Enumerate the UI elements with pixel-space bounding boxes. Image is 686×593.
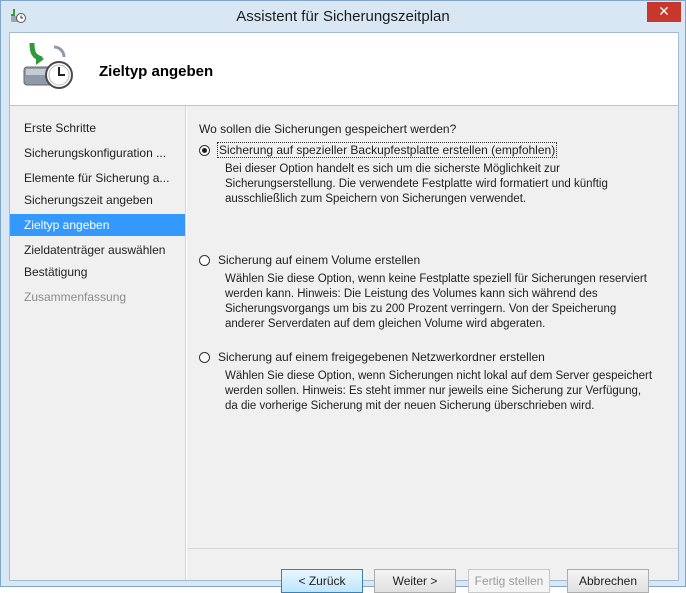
wizard-window: Assistent für Sicherungszeitplan ✕ Zielt… xyxy=(0,0,686,593)
radio-volume[interactable] xyxy=(199,255,210,266)
step-elemente-fuer-sicherung[interactable]: Elemente für Sicherung a... xyxy=(10,167,185,189)
backup-disk-clock-icon xyxy=(23,42,73,89)
description-line: Wählen Sie diese Option, wenn keine Fest… xyxy=(225,273,647,285)
step-zieltyp[interactable]: Zieltyp angeben xyxy=(10,214,185,236)
destination-question: Wo sollen die Sicherungen gespeichert we… xyxy=(199,122,457,136)
description-line: Wählen Sie diese Option, wenn Sicherunge… xyxy=(225,370,653,382)
window-title: Assistent für Sicherungszeitplan xyxy=(236,8,450,25)
wizard-header: Zieltyp angeben xyxy=(10,33,678,105)
wizard-client-area: Zieltyp angeben Erste Schritte Sicherung… xyxy=(9,32,679,593)
option-network-folder-label[interactable]: Sicherung auf einem freigegebenen Netzwe… xyxy=(218,350,545,364)
option-volume-description: Wählen Sie diese Option, wenn keine Fest… xyxy=(225,272,665,332)
page-title: Zieltyp angeben xyxy=(99,63,214,80)
step-sicherungszeit[interactable]: Sicherungszeit angeben xyxy=(10,189,185,211)
finish-button: Fertig stellen xyxy=(468,569,550,593)
step-zieldatentraeger[interactable]: Zieldatenträger auswählen xyxy=(10,239,185,261)
wizard-step-list: Erste Schritte Sicherungskonfiguration .… xyxy=(10,106,186,580)
description-line: Sicherungserstellung. Die verwendete Fes… xyxy=(225,178,608,190)
description-line: Bei dieser Option handelt es sich um die… xyxy=(225,163,560,175)
title-bar[interactable]: Assistent für Sicherungszeitplan ✕ xyxy=(1,1,685,32)
description-line: ausschließlich zum Speichern von Sicheru… xyxy=(225,193,527,205)
step-erste-schritte[interactable]: Erste Schritte xyxy=(10,117,185,139)
description-line: da die vorherige Sicherung mit der neuen… xyxy=(225,400,595,412)
option-backup-disk-description: Bei dieser Option handelt es sich um die… xyxy=(225,162,665,207)
option-backup-disk-text: Sicherung auf spezieller Backupfestplatt… xyxy=(216,142,558,158)
button-area-divider xyxy=(187,548,678,549)
back-button[interactable]: < Zurück xyxy=(281,569,363,593)
step-sicherungskonfiguration[interactable]: Sicherungskonfiguration ... xyxy=(10,142,185,164)
option-network-folder-description: Wählen Sie diese Option, wenn Sicherunge… xyxy=(225,369,665,414)
description-line: anderer Serverdaten auf dem gleichen Vol… xyxy=(225,318,546,330)
step-zusammenfassung: Zusammenfassung xyxy=(24,290,127,304)
option-backup-disk-label[interactable]: Sicherung auf spezieller Backupfestplatt… xyxy=(216,142,558,158)
radio-backup-disk[interactable] xyxy=(199,145,210,156)
option-volume-label[interactable]: Sicherung auf einem Volume erstellen xyxy=(218,253,420,267)
step-bestaetigung[interactable]: Bestätigung xyxy=(10,261,185,283)
radio-network-folder[interactable] xyxy=(199,352,210,363)
close-button[interactable]: ✕ xyxy=(647,2,681,22)
description-line: werden kann. Hinweis: Die Leistung des V… xyxy=(225,288,598,300)
description-line: Sicherungsvorgangs um bis zu 200 Prozent… xyxy=(225,303,617,315)
wizard-content: Wo sollen die Sicherungen gespeichert we… xyxy=(187,106,678,593)
description-line: werden sollen. Hinweis: Es steht immer n… xyxy=(225,385,642,397)
next-button[interactable]: Weiter > xyxy=(374,569,456,593)
cancel-button[interactable]: Abbrechen xyxy=(567,569,649,593)
